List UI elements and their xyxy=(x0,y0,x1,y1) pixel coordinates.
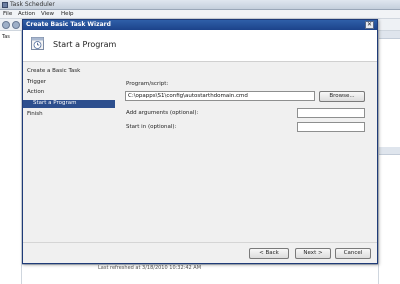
last-refreshed-text: Last refreshed at 3/18/2010 10:32:42 AM xyxy=(98,265,202,271)
program-script-label: Program/script: xyxy=(126,81,169,87)
menu-help[interactable]: Help xyxy=(61,11,74,17)
next-button[interactable]: Next > xyxy=(295,248,331,259)
step-create-basic-task: Create a Basic Task xyxy=(27,68,81,74)
create-basic-task-wizard: Create Basic Task Wizard ✕ Start a Progr… xyxy=(22,19,378,264)
clock-calendar-icon xyxy=(31,37,44,50)
start-in-label: Start in (optional): xyxy=(126,124,177,130)
add-arguments-label: Add arguments (optional): xyxy=(126,110,199,116)
wizard-title: Create Basic Task Wizard xyxy=(26,21,111,28)
cancel-button[interactable]: Cancel xyxy=(335,248,371,259)
app-status-area: Last refreshed at 3/18/2010 10:32:42 AM xyxy=(22,264,378,284)
tree-item-task-scheduler[interactable]: Tas xyxy=(2,34,10,40)
task-scheduler-icon xyxy=(2,2,8,8)
page-title: Start a Program xyxy=(53,40,117,49)
program-script-input[interactable]: C:\opapps\S1\config\autostarthdomain.cmd xyxy=(125,91,315,101)
back-arrow-icon[interactable] xyxy=(2,21,10,29)
actions-pane-section xyxy=(379,147,400,155)
step-start-a-program: Start a Program xyxy=(23,100,115,108)
app-menubar: File Action View Help xyxy=(0,10,400,19)
menu-view[interactable]: View xyxy=(41,11,54,17)
back-button[interactable]: < Back xyxy=(249,248,289,259)
actions-pane xyxy=(378,31,400,284)
wizard-titlebar[interactable]: Create Basic Task Wizard ✕ xyxy=(23,20,377,30)
menu-action[interactable]: Action xyxy=(18,11,35,17)
step-finish: Finish xyxy=(27,111,43,117)
browse-button[interactable]: Browse... xyxy=(319,91,365,102)
menu-file[interactable]: File xyxy=(3,11,12,17)
forward-arrow-icon[interactable] xyxy=(12,21,20,29)
app-title: Task Scheduler xyxy=(10,1,55,8)
start-in-input[interactable] xyxy=(297,122,365,132)
actions-pane-header xyxy=(379,31,400,39)
footer-divider xyxy=(23,242,377,243)
add-arguments-input[interactable] xyxy=(297,108,365,118)
app-titlebar: Task Scheduler xyxy=(0,0,400,10)
step-trigger: Trigger xyxy=(27,79,46,85)
wizard-header: Start a Program xyxy=(23,30,377,62)
navigation-tree-pane: Tas xyxy=(0,31,22,284)
wizard-steps-list: Create a Basic Task Trigger Action Start… xyxy=(23,63,117,253)
close-icon[interactable]: ✕ xyxy=(365,21,374,29)
step-action: Action xyxy=(27,89,45,95)
